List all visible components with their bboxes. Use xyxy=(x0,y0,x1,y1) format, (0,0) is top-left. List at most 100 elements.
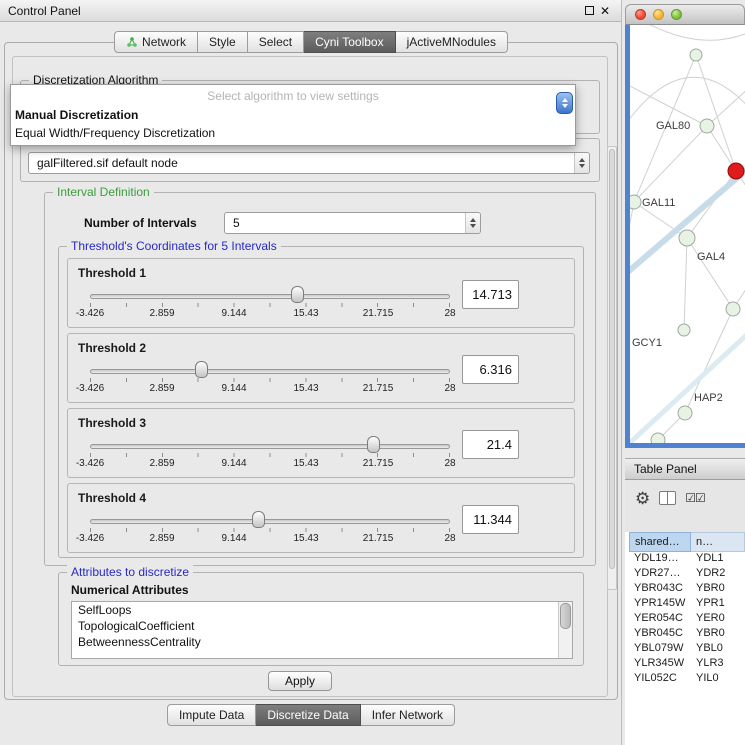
network-labels: GAL80 GAL11 GAL4 GCY1 HAP2 xyxy=(630,25,745,443)
minimize-traffic-light[interactable] xyxy=(653,9,664,20)
table-row[interactable]: YDR27… YDR2 xyxy=(625,567,745,582)
table-row[interactable]: YLR345W YLR3 xyxy=(625,657,745,672)
slider-thumb[interactable] xyxy=(367,436,380,453)
thresholds-group-title: Threshold's Coordinates for 5 Intervals xyxy=(67,239,281,253)
scrollbar-thumb[interactable] xyxy=(609,149,615,569)
threshold-label: Threshold 1 xyxy=(78,266,146,280)
scrollbar-thumb[interactable] xyxy=(560,603,571,629)
apply-button[interactable]: Apply xyxy=(268,671,332,691)
slider-thumb[interactable] xyxy=(195,361,208,378)
table-data-combo-value: galFiltered.sif default node xyxy=(29,153,574,173)
cell-name: YLR3 xyxy=(691,657,745,672)
close-icon[interactable]: ✕ xyxy=(597,3,613,19)
menu-item-manual-discretization[interactable]: Manual Discretization xyxy=(11,106,575,124)
list-scrollbar[interactable] xyxy=(558,602,572,658)
list-item[interactable]: BetweennessCentrality xyxy=(72,634,572,650)
table-row[interactable]: YPR145W YPR1 xyxy=(625,597,745,612)
column-header-name[interactable]: n… xyxy=(691,532,745,552)
cell-shared-name: YBR045C xyxy=(629,627,691,642)
slider-scale: -3.426 2.859 9.144 15.43 21.715 28 xyxy=(90,533,450,545)
network-view-window: GAL80 GAL11 GAL4 GCY1 HAP2 xyxy=(625,4,745,448)
slider-ticks xyxy=(90,453,450,457)
float-window-icon[interactable] xyxy=(581,3,597,19)
slider-thumb[interactable] xyxy=(291,286,304,303)
zoom-traffic-light[interactable] xyxy=(671,9,682,20)
table-data-combo[interactable]: galFiltered.sif default node xyxy=(28,152,590,174)
control-panel: Control Panel ✕ Network Style Select Cyn… xyxy=(0,0,622,745)
table-panel: ⚙ ☑☑ shared… n… YDL19… YDL1 YDR27… xyxy=(625,480,745,745)
tab-cyni-toolbox[interactable]: Cyni Toolbox xyxy=(304,31,395,53)
cell-shared-name: YIL052C xyxy=(629,672,691,687)
network-node-label[interactable]: GCY1 xyxy=(632,337,662,349)
interval-definition-title: Interval Definition xyxy=(53,185,154,199)
cell-name: YPR1 xyxy=(691,597,745,612)
slider-track[interactable] xyxy=(90,369,450,374)
menu-item-equal-width-frequency[interactable]: Equal Width/Frequency Discretization xyxy=(11,124,575,142)
network-node-label[interactable]: GAL11 xyxy=(642,197,675,209)
network-icon xyxy=(126,36,138,48)
cell-shared-name: YDR27… xyxy=(629,567,691,582)
slider-thumb[interactable] xyxy=(252,511,265,528)
cell-name: YDR2 xyxy=(691,567,745,582)
slider-ticks xyxy=(90,303,450,307)
threshold-slider[interactable]: -3.426 2.859 9.144 15.43 21.715 28 xyxy=(90,360,450,400)
bottom-tab-bar: Impute Data Discretize Data Infer Networ… xyxy=(0,704,622,726)
table-row[interactable]: YDL19… YDL1 xyxy=(625,552,745,567)
select-columns-icon[interactable]: ☑☑ xyxy=(685,492,705,504)
tab-select[interactable]: Select xyxy=(248,31,304,53)
cell-name: YBL0 xyxy=(691,642,745,657)
slider-scale: -3.426 2.859 9.144 15.43 21.715 28 xyxy=(90,458,450,470)
threshold-panel: Threshold 3 -3.426 2.859 9.144 15.43 21.… xyxy=(67,408,575,478)
numerical-attributes-list[interactable]: SelfLoops TopologicalCoefficient Between… xyxy=(71,601,573,659)
cell-shared-name: YBL079W xyxy=(629,642,691,657)
combo-stepper-icon[interactable] xyxy=(574,153,589,173)
network-node-label[interactable]: GAL4 xyxy=(697,251,725,263)
slider-track[interactable] xyxy=(90,519,450,524)
cell-shared-name: YDL19… xyxy=(629,552,691,567)
table-row[interactable]: YBR043C YBR0 xyxy=(625,582,745,597)
cell-shared-name: YLR345W xyxy=(629,657,691,672)
threshold-value-field[interactable]: 6.316 xyxy=(462,355,519,384)
top-tab-bar: Network Style Select Cyni Toolbox jActiv… xyxy=(0,31,622,53)
network-node-label[interactable]: HAP2 xyxy=(694,392,723,404)
column-header-shared-name[interactable]: shared… xyxy=(629,532,691,552)
panel-title: Control Panel xyxy=(8,4,81,18)
slider-track[interactable] xyxy=(90,444,450,449)
cell-shared-name: YBR043C xyxy=(629,582,691,597)
combo-stepper-icon[interactable] xyxy=(465,213,480,233)
table-row[interactable]: YIL052C YIL0 xyxy=(625,672,745,687)
algorithm-combo-stepper[interactable] xyxy=(556,92,573,114)
threshold-value-field[interactable]: 14.713 xyxy=(462,280,519,309)
threshold-slider[interactable]: -3.426 2.859 9.144 15.43 21.715 28 xyxy=(90,285,450,325)
table-row[interactable]: YBR045C YBR0 xyxy=(625,627,745,642)
tab-network[interactable]: Network xyxy=(114,31,198,53)
control-panel-titlebar: Control Panel ✕ xyxy=(0,0,621,22)
settings-scrollbar[interactable] xyxy=(607,146,617,590)
columns-icon[interactable] xyxy=(659,491,676,505)
threshold-value-field[interactable]: 11.344 xyxy=(462,505,519,534)
slider-scale: -3.426 2.859 9.144 15.43 21.715 28 xyxy=(90,383,450,395)
tab-discretize-data[interactable]: Discretize Data xyxy=(256,704,360,726)
network-node-label[interactable]: GAL80 xyxy=(656,120,690,132)
algorithm-dropdown-popup: Select algorithm to view settings Manual… xyxy=(10,84,576,146)
network-canvas[interactable]: GAL80 GAL11 GAL4 GCY1 HAP2 xyxy=(625,25,745,448)
node-table: shared… n… YDL19… YDL1 YDR27… YDR2 xyxy=(625,532,745,745)
threshold-slider[interactable]: -3.426 2.859 9.144 15.43 21.715 28 xyxy=(90,435,450,475)
threshold-panel: Threshold 1 -3.426 2.859 9.144 15.43 21.… xyxy=(67,258,575,328)
slider-track[interactable] xyxy=(90,294,450,299)
number-of-intervals-combo[interactable]: 5 xyxy=(224,212,481,234)
list-item[interactable]: TopologicalCoefficient xyxy=(72,618,572,634)
tab-style[interactable]: Style xyxy=(198,31,248,53)
tab-jactivemnodules[interactable]: jActiveMNodules xyxy=(396,31,508,53)
table-row[interactable]: YER054C YER0 xyxy=(625,612,745,627)
threshold-slider[interactable]: -3.426 2.859 9.144 15.43 21.715 28 xyxy=(90,510,450,550)
table-row[interactable]: YBL079W YBL0 xyxy=(625,642,745,657)
table-panel-toolbar: ⚙ ☑☑ xyxy=(625,484,745,512)
gear-icon[interactable]: ⚙ xyxy=(635,490,650,507)
tab-impute-data[interactable]: Impute Data xyxy=(167,704,256,726)
attributes-group: Attributes to discretize Numerical Attri… xyxy=(58,572,584,666)
list-item[interactable]: SelfLoops xyxy=(72,602,572,618)
close-traffic-light[interactable] xyxy=(635,9,646,20)
threshold-value-field[interactable]: 21.4 xyxy=(462,430,519,459)
tab-infer-network[interactable]: Infer Network xyxy=(361,704,455,726)
